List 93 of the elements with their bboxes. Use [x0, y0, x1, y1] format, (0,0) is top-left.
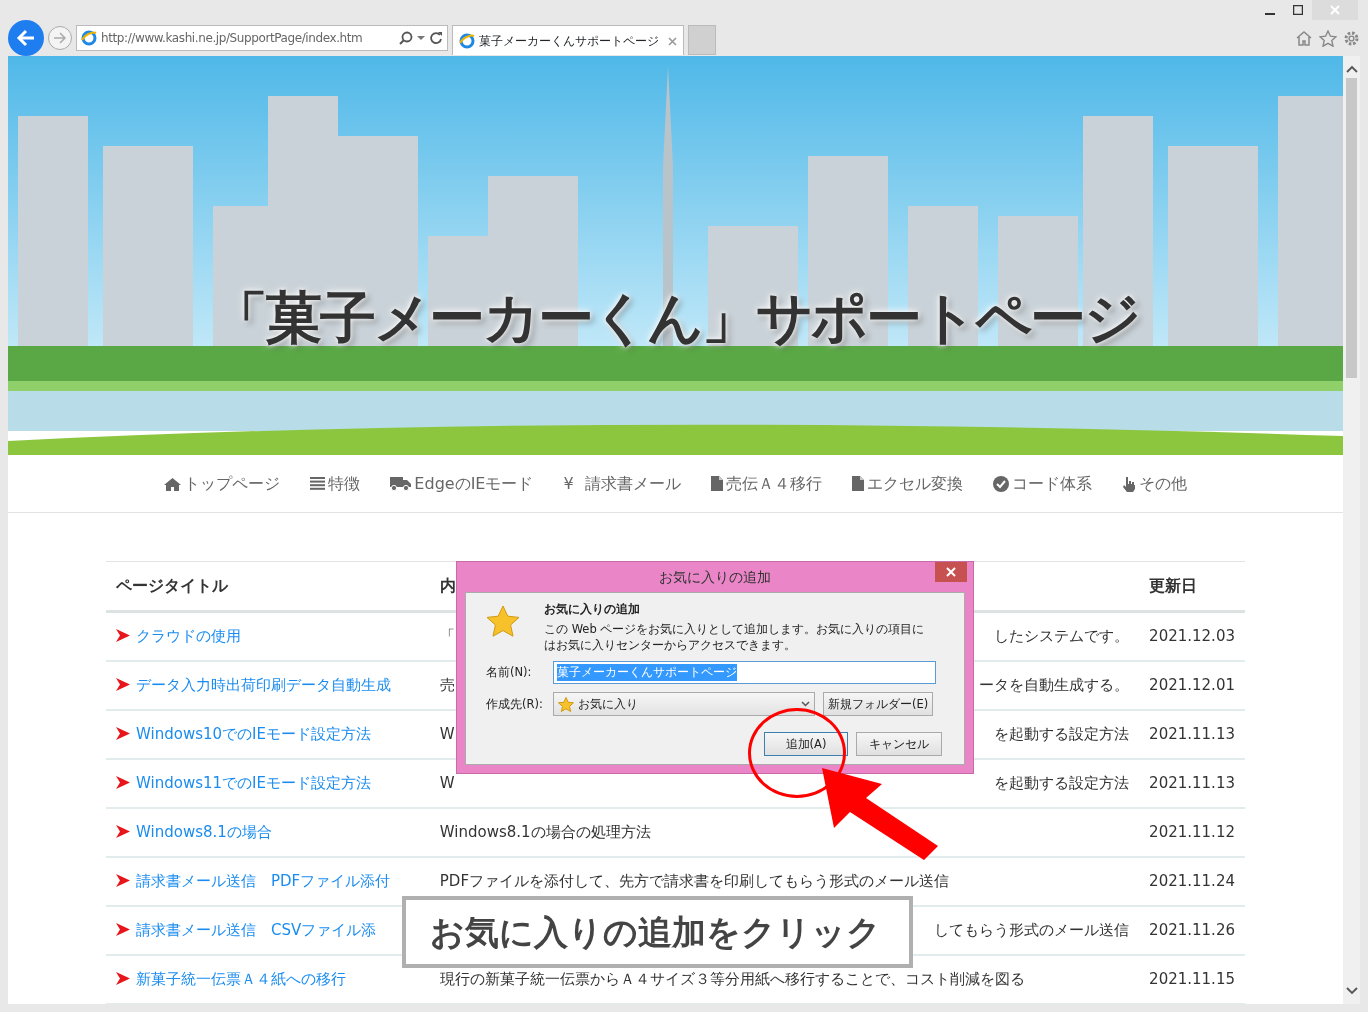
browser-logo-icon	[81, 30, 97, 46]
star-icon	[486, 605, 520, 638]
browser-logo-icon	[459, 32, 475, 49]
table-cell: 2021.11.13	[1139, 709, 1245, 759]
home-icon[interactable]	[1295, 29, 1313, 46]
table-cell-text: W	[439, 772, 455, 794]
scrollbar[interactable]	[1343, 56, 1360, 1004]
field-label: 名前(N):	[486, 664, 533, 682]
page-link[interactable]: Windows11でのIEモード設定方法	[136, 773, 371, 792]
check-circle-icon	[992, 475, 1009, 492]
table-cell: 2021.11.26	[1139, 905, 1245, 955]
page-link[interactable]: 請求書メール送信 PDFファイル添付	[136, 871, 391, 890]
triangle-bullet-icon	[116, 677, 130, 691]
address-bar[interactable]: http://www.kashi.ne.jp/SupportPage/index.htm	[76, 25, 448, 51]
site-title: 「菓子メーカーくん」サポートページ	[211, 284, 1140, 352]
table-cell-text: Windows8.1の場合の処理方法	[439, 821, 651, 843]
column-header: 更新日	[1139, 561, 1245, 612]
nav-link[interactable]: トップページ	[164, 471, 281, 496]
new-folder-button[interactable]: 新規フォルダー(E)	[823, 692, 934, 717]
page-link[interactable]: 新菓子統一伝票Ａ４紙への移行	[136, 969, 346, 988]
nav-link[interactable]: ¥ 請求書メール	[563, 471, 681, 496]
settings-icon[interactable]	[1343, 29, 1360, 47]
callout-caption: お気に入りの追加をクリック	[402, 896, 913, 968]
nav-link[interactable]: コード体系	[992, 471, 1092, 496]
table-cell-text: 現行の新菓子統一伝票からＡ４サイズ３等分用紙へ移行することで、コスト削減を図る	[439, 968, 1025, 990]
triangle-bullet-icon	[116, 824, 130, 838]
url-text: http://www.kashi.ne.jp/SupportPage/index.htm	[101, 29, 395, 47]
table-cell-text: 「	[439, 626, 455, 647]
page-link[interactable]: Windows10でのIEモード設定方法	[136, 724, 371, 743]
dialog-title: お気に入りの追加	[659, 567, 771, 587]
table-cell-text: PDFファイルを添付して、先方で請求書を印刷してもらう形式のメール送信	[439, 870, 950, 892]
nav-link[interactable]: EdgeのIEモード	[390, 471, 534, 496]
refresh-icon[interactable]	[429, 31, 443, 45]
add-button[interactable]: 追加(A)	[764, 732, 848, 757]
table-cell-text: してもらう形式のメール送信	[934, 919, 1130, 941]
tab-title: 菓子メーカーくんサポートページ	[479, 32, 660, 50]
triangle-bullet-icon	[116, 629, 130, 642]
table-cell-text: を起動する設定方法	[994, 772, 1130, 794]
table-cell: 2021.12.03	[1139, 611, 1245, 661]
table-cell-text: 売	[439, 674, 455, 696]
close-button[interactable]	[935, 562, 967, 582]
page-link[interactable]: クラウドの使用	[136, 627, 241, 645]
field-value: 菓子メーカーくんサポートページ	[557, 664, 737, 682]
page-link[interactable]: Windows8.1の場合	[136, 822, 272, 841]
scroll-up-icon[interactable]	[1345, 64, 1358, 74]
page-link[interactable]: 請求書メール送信 CSVファイル添	[136, 920, 377, 939]
list-icon	[310, 477, 326, 490]
page-link[interactable]: データ入力時出荷印刷データ自動生成	[136, 675, 391, 694]
dropdown-caret-icon[interactable]	[417, 35, 425, 41]
folder-dropdown[interactable]: お気に入り	[553, 692, 815, 717]
close-icon	[1330, 5, 1340, 15]
back-arrow-icon	[16, 29, 36, 47]
forward-button[interactable]	[48, 26, 72, 50]
star-icon	[558, 696, 574, 712]
field-label: 作成先(R):	[486, 695, 544, 713]
nav-link[interactable]: 特徴	[310, 471, 361, 496]
document-icon	[710, 476, 723, 491]
nav-link[interactable]: その他	[1121, 471, 1187, 496]
close-icon	[946, 567, 956, 577]
document-icon	[851, 476, 864, 491]
triangle-bullet-icon	[116, 971, 130, 985]
dialog-description: この Web ページをお気に入りとして追加します。お気に入りの項目にはお気に入りセンターからアクセスできます。	[544, 622, 926, 654]
star-icon[interactable]	[1319, 29, 1337, 47]
browser-tab[interactable]: 菓子メーカーくんサポートページ	[452, 25, 684, 55]
nav-link[interactable]: 売伝Ａ４移行	[710, 471, 822, 496]
pointing-hand-icon	[1121, 475, 1136, 492]
nav-link[interactable]: エクセル変換	[851, 471, 963, 496]
triangle-bullet-icon	[116, 726, 130, 740]
scrollbar-thumb[interactable]	[1346, 78, 1357, 378]
chevron-down-icon	[801, 701, 810, 708]
truck-icon	[390, 476, 412, 491]
table-cell: 2021.12.01	[1139, 660, 1245, 710]
maximize-icon	[1293, 5, 1303, 15]
cancel-button[interactable]: キャンセル	[856, 732, 942, 757]
triangle-bullet-icon	[116, 775, 130, 789]
triangle-bullet-icon	[116, 873, 130, 887]
triangle-bullet-icon	[116, 922, 130, 936]
column-header: ページタイトル	[106, 561, 430, 612]
table-cell-text: W	[439, 723, 455, 745]
table-cell: 2021.11.15	[1139, 954, 1245, 1004]
table-cell-text: ータを自動生成する。	[979, 674, 1130, 696]
home-icon	[164, 476, 182, 491]
back-button[interactable]	[8, 20, 44, 56]
table-cell: 2021.11.24	[1139, 856, 1245, 906]
table-cell: 2021.11.13	[1139, 758, 1245, 808]
minimize-icon	[1265, 13, 1275, 15]
scroll-down-icon[interactable]	[1345, 986, 1358, 996]
table-cell-text: したシステムです。	[994, 626, 1130, 647]
table-cell-text: を起動する設定方法	[994, 723, 1130, 745]
yen-icon: ¥	[563, 471, 574, 496]
table-cell: 2021.11.12	[1139, 807, 1245, 857]
search-icon[interactable]	[399, 31, 413, 45]
forward-arrow-icon	[53, 32, 67, 44]
